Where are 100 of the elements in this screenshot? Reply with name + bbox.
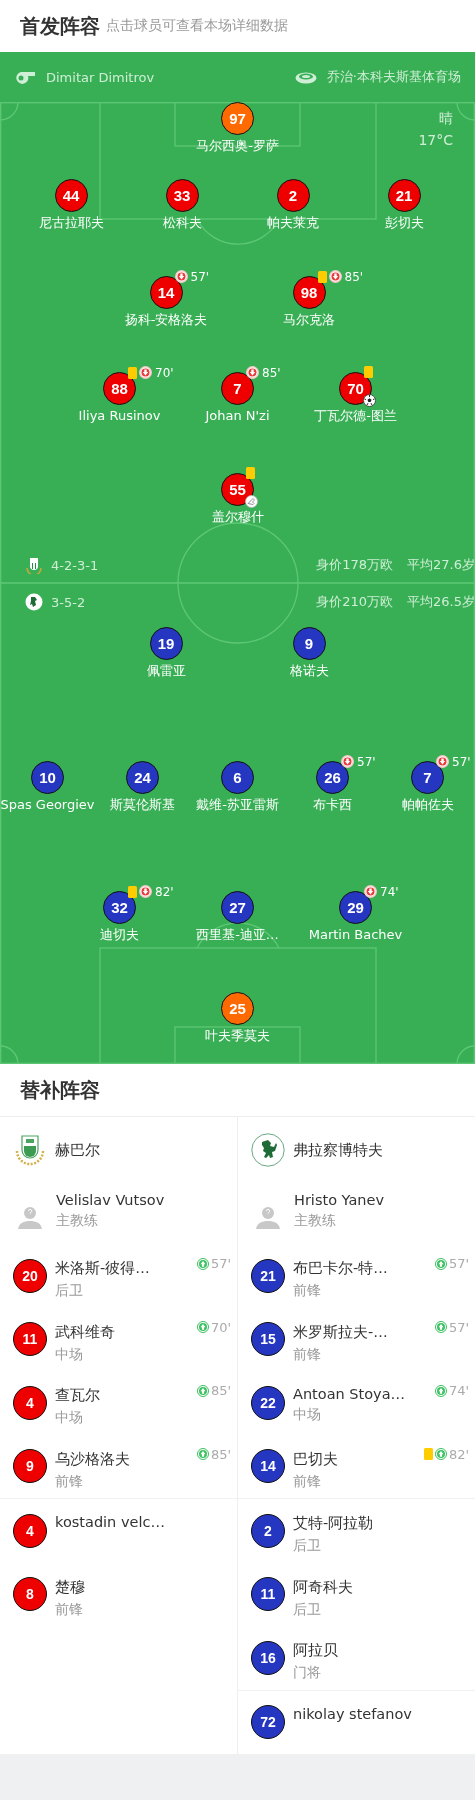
player-name: 阿奇科夫 — [293, 1577, 353, 1597]
shirt-number[interactable]: 6 — [221, 760, 254, 794]
player-name[interactable]: 布卡西 — [313, 796, 352, 812]
substitution-time: 82' — [155, 884, 174, 899]
section-hint: 点击球员可查看本场详细数据 — [106, 17, 288, 35]
player-name[interactable]: 帕帕佐夫 — [401, 796, 454, 812]
substitute-row[interactable]: 15 米罗斯拉夫-… 前锋 57' — [238, 1307, 475, 1371]
player-name[interactable]: 斯莫伦斯基 — [110, 796, 175, 812]
shirt-number[interactable]: 26 — [316, 760, 349, 794]
player-name[interactable]: Spas Georgiev — [0, 796, 95, 812]
substitution-out-icon — [328, 270, 342, 283]
substitute-row[interactable]: 21 布巴卡尔-特… 前锋 57' — [238, 1244, 475, 1308]
player-name[interactable]: 西里基-迪亚… — [196, 926, 279, 942]
player-position: 后卫 — [293, 1537, 322, 1555]
shirt-number[interactable]: 10 — [31, 760, 64, 794]
shirt-number[interactable]: 97 — [221, 102, 254, 135]
player-name[interactable]: 松科夫 — [162, 214, 202, 230]
player-name[interactable]: Iliya Rusinov — [78, 407, 161, 423]
shirt-number[interactable]: 2 — [276, 178, 310, 212]
shirt-number[interactable]: 44 — [54, 178, 88, 212]
substitution-time: 85' — [210, 1446, 231, 1462]
shirt-number[interactable]: 19 — [149, 626, 183, 660]
player-name: 米罗斯拉夫-… — [293, 1322, 388, 1342]
substitution-out-icon — [246, 366, 259, 379]
boot-icon — [245, 494, 258, 508]
substitution-in-icon — [196, 1448, 209, 1460]
shirt-number: 8 — [13, 1577, 47, 1612]
substitute-row[interactable]: 11 阿奇科夫 后卫 — [238, 1562, 475, 1626]
player-name: 米洛斯-彼得… — [55, 1259, 150, 1278]
shirt-number[interactable]: 7 — [221, 371, 254, 405]
formation: 4-2-3-1 — [51, 557, 99, 573]
shirt-number[interactable]: 14 — [149, 275, 183, 309]
player-name[interactable]: Martin Bachev — [308, 926, 403, 942]
player-name[interactable]: 迪切夫 — [100, 926, 139, 942]
player-name[interactable]: 尼古拉耶夫 — [38, 214, 104, 230]
whistle-icon — [14, 70, 36, 84]
player-name: 布巴卡尔-特… — [293, 1259, 388, 1278]
substitution-time: 57' — [448, 1319, 469, 1335]
coach-name: Velislav Vutsov — [56, 1192, 165, 1208]
substitution-time: 85' — [262, 365, 281, 380]
substitute-row[interactable]: 9 乌沙格洛夫 前锋 85' — [0, 1434, 237, 1498]
substitute-row[interactable]: 4 查瓦尔 中场 85' — [0, 1371, 237, 1435]
crest-icon — [25, 556, 43, 574]
team-name: 赫巴尔 — [55, 1140, 100, 1160]
substitution-out-icon — [364, 885, 377, 898]
player-name: Antoan Stoya… — [293, 1386, 406, 1402]
shirt-number: 14 — [251, 1449, 285, 1484]
substitute-row[interactable]: 72 nikolay stefanov — [238, 1690, 475, 1754]
substitute-row[interactable]: 16 阿拉贝 门将 — [238, 1626, 475, 1690]
shirt-number[interactable]: 98 — [292, 275, 326, 309]
shirt-number[interactable]: 27 — [221, 890, 254, 924]
substitute-row[interactable]: 14 巴切夫 前锋 82' — [238, 1434, 475, 1498]
coach-role: 主教练 — [294, 1212, 337, 1230]
shirt-number[interactable]: 7 — [411, 760, 444, 794]
player-name[interactable]: 马尔西奥-罗萨 — [196, 138, 279, 153]
shirt-number: 21 — [251, 1258, 285, 1293]
substitution-time: 74' — [380, 884, 399, 899]
shirt-number[interactable]: 24 — [126, 760, 159, 794]
formation: 3-5-2 — [51, 594, 86, 610]
substitution-in-icon — [196, 1384, 209, 1397]
substitution-time: 57' — [357, 754, 376, 769]
substitute-row[interactable]: 11 武科维奇 中场 70' — [0, 1307, 237, 1371]
player-position: 前锋 — [293, 1282, 322, 1300]
shirt-number[interactable]: 9 — [292, 626, 326, 660]
substitution-time: 82' — [448, 1446, 469, 1462]
player-position: 中场 — [55, 1409, 84, 1427]
player-name[interactable]: 格诺夫 — [289, 662, 329, 678]
player-name[interactable]: 戴维-苏亚雷斯 — [196, 796, 279, 812]
player-name[interactable]: Johan N'zi — [205, 407, 270, 423]
shirt-number[interactable]: 88 — [103, 371, 136, 405]
stadium-name: 乔治·本科夫斯基体育场 — [326, 68, 461, 86]
team-name: 弗拉察博特夫 — [293, 1140, 383, 1160]
player-name[interactable]: 丁瓦尔德-图兰 — [314, 407, 397, 423]
player-name: 阿拉贝 — [293, 1641, 338, 1660]
shirt-number[interactable]: 32 — [103, 890, 136, 924]
player-name: nikolay stefanov — [293, 1705, 412, 1722]
shirt-number: 16 — [251, 1640, 285, 1675]
player-name[interactable]: 马尔克洛 — [283, 311, 335, 327]
substitute-row[interactable]: 20 米洛斯-彼得… 后卫 57' — [0, 1244, 237, 1308]
coach-avatar-icon — [18, 1205, 42, 1229]
player-name[interactable]: 盖尔穆什 — [211, 508, 264, 524]
shirt-number: 9 — [13, 1449, 47, 1484]
substitute-row[interactable]: 2 艾特-阿拉勒 后卫 — [238, 1499, 475, 1563]
shirt-number[interactable]: 29 — [339, 890, 372, 924]
coach-role: 主教练 — [56, 1212, 99, 1230]
substitution-time: 57' — [452, 754, 471, 769]
substitution-time: 70' — [210, 1319, 231, 1335]
substitution-in-icon — [434, 1321, 447, 1333]
shirt-number: 4 — [13, 1385, 47, 1420]
player-name[interactable]: 扬科-安格洛夫 — [124, 311, 208, 327]
substitute-row[interactable]: 8 楚穆 前锋 — [0, 1562, 237, 1626]
shirt-number[interactable]: 25 — [221, 991, 254, 1025]
substitution-time: 57' — [448, 1256, 469, 1271]
substitute-row[interactable]: 4 kostadin velc… — [0, 1499, 237, 1563]
shirt-number[interactable]: 21 — [387, 178, 421, 212]
player-name[interactable]: 佩雷亚 — [146, 662, 186, 678]
substitute-row[interactable]: 22 Antoan Stoya… 中场 74' — [238, 1371, 475, 1435]
shirt-number[interactable]: 33 — [165, 178, 199, 212]
player-name[interactable]: 帕夫莱克 — [267, 214, 319, 230]
player-name[interactable]: 彭切夫 — [384, 214, 424, 230]
